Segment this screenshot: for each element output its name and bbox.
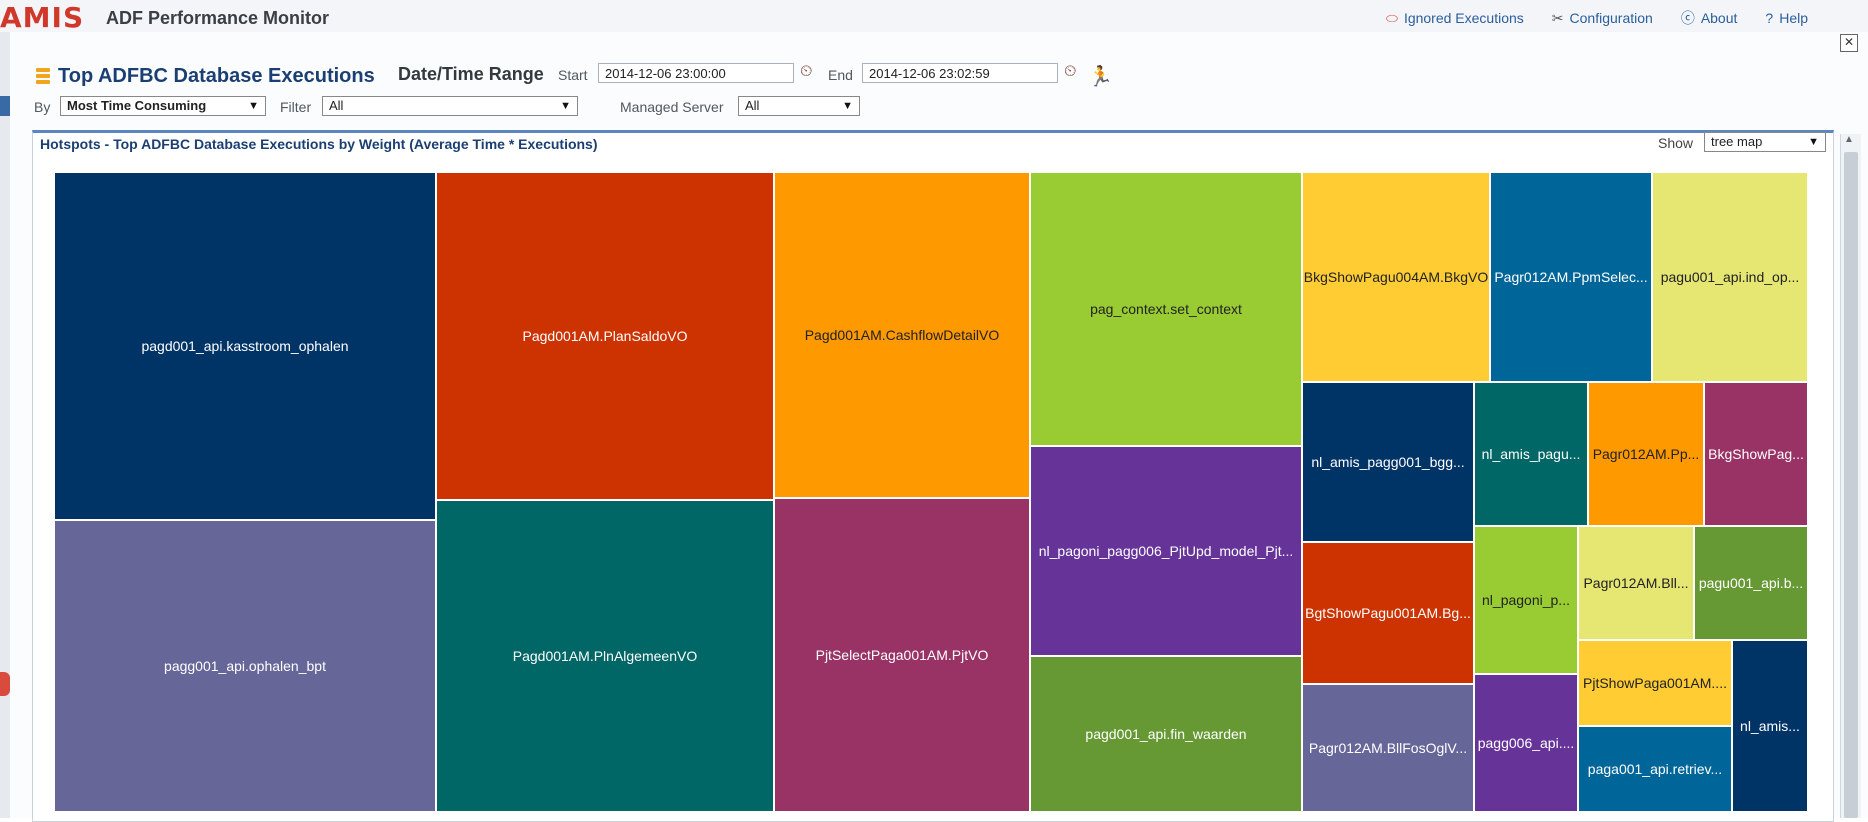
treemap-cell[interactable]: nl_amis_pagg001_bgg... xyxy=(1302,382,1474,542)
treemap-cell[interactable]: nl_amis... xyxy=(1732,640,1808,812)
chevron-down-icon: ▼ xyxy=(1808,136,1819,148)
treemap-cell[interactable]: nl_amis_pagu... xyxy=(1474,382,1588,526)
database-icon xyxy=(36,68,50,84)
page-title: Top ADFBC Database Executions xyxy=(58,64,375,87)
scroll-up-icon[interactable]: ▲ xyxy=(1844,134,1854,145)
info-icon: ⓒ xyxy=(1680,10,1695,26)
top-bar: AMIS ADF Performance Monitor ⬭ Ignored E… xyxy=(0,0,1868,33)
filter-select[interactable]: All ▼ xyxy=(322,96,578,116)
about-label: About xyxy=(1700,10,1738,26)
end-datetime-input[interactable]: 2014-12-06 23:02:59 xyxy=(862,63,1058,83)
treemap-cell[interactable]: PjtShowPaga001AM.... xyxy=(1578,640,1732,726)
top-links: ⬭ Ignored Executions ✂ Configuration ⓒ A… xyxy=(1386,10,1808,26)
treemap-cell[interactable]: pagd001_api.kasstroom_ophalen xyxy=(54,172,436,520)
show-select[interactable]: tree map ▼ xyxy=(1704,132,1826,152)
ignored-executions-label: Ignored Executions xyxy=(1403,10,1524,26)
left-tab-alert[interactable] xyxy=(0,672,10,696)
chevron-down-icon: ▼ xyxy=(560,100,571,112)
treemap-cell[interactable]: PjtSelectPaga001AM.PjtVO xyxy=(774,498,1030,812)
show-select-value: tree map xyxy=(1711,134,1763,149)
treemap-cell[interactable]: pagu001_api.ind_op... xyxy=(1652,172,1808,382)
help-label: Help xyxy=(1779,10,1808,26)
left-strip xyxy=(0,32,10,818)
by-select-value: Most Time Consuming xyxy=(67,98,207,113)
chevron-down-icon: ▼ xyxy=(842,100,853,112)
help-link[interactable]: ? Help xyxy=(1765,10,1808,26)
managed-server-select[interactable]: All ▼ xyxy=(738,96,860,116)
vertical-scrollbar[interactable]: ▲ xyxy=(1840,134,1861,818)
treemap-cell[interactable]: Pagr012AM.PpmSelec... xyxy=(1490,172,1652,382)
configuration-link[interactable]: ✂ Configuration xyxy=(1552,10,1653,26)
end-calendar-icon[interactable]: ⏲ xyxy=(1064,63,1084,83)
ignored-executions-link[interactable]: ⬭ Ignored Executions xyxy=(1386,10,1524,26)
end-label: End xyxy=(828,67,853,83)
treemap-cell[interactable]: pagg006_api.... xyxy=(1474,674,1578,812)
by-label: By xyxy=(34,99,51,115)
treemap-cell[interactable]: nl_pagoni_p... xyxy=(1474,526,1578,674)
configuration-label: Configuration xyxy=(1569,10,1653,26)
treemap-cell[interactable]: pagd001_api.fin_waarden xyxy=(1030,656,1302,812)
treemap-cell[interactable]: Pagd001AM.PlanSaldoVO xyxy=(436,172,774,500)
panel-title-bar: Top ADFBC Database Executions xyxy=(36,64,375,88)
ignored-icon: ⬭ xyxy=(1385,10,1398,26)
treemap-cell[interactable]: Pagr012AM.BllFosOglV... xyxy=(1302,684,1474,812)
run-refresh-icon[interactable]: 🏃 xyxy=(1088,64,1113,89)
chevron-down-icon: ▼ xyxy=(248,100,259,112)
treemap-cell[interactable]: pagu001_api.b... xyxy=(1694,526,1808,640)
close-icon[interactable]: ✕ xyxy=(1840,34,1858,52)
start-calendar-icon[interactable]: ⏲ xyxy=(800,63,820,83)
managed-server-value: All xyxy=(745,98,760,113)
treemap-cell[interactable]: Pagr012AM.Bll... xyxy=(1578,526,1694,640)
treemap-cell[interactable]: Pagr012AM.Pp... xyxy=(1588,382,1704,526)
filter-label: Filter xyxy=(280,99,312,115)
by-select[interactable]: Most Time Consuming ▼ xyxy=(60,96,266,116)
treemap-cell[interactable]: BkgShowPagu004AM.BkgVO xyxy=(1302,172,1490,382)
wrench-icon: ✂ xyxy=(1551,10,1564,26)
amis-logo: AMIS xyxy=(0,1,85,34)
treemap-cell[interactable]: paga001_api.retriev... xyxy=(1578,726,1732,812)
treemap-cell[interactable]: BgtShowPagu001AM.Bg... xyxy=(1302,542,1474,684)
scroll-thumb[interactable] xyxy=(1844,152,1858,818)
treemap-cell[interactable]: Pagd001AM.CashflowDetailVO xyxy=(774,172,1030,498)
start-label: Start xyxy=(558,67,588,83)
app-title: ADF Performance Monitor xyxy=(106,8,330,28)
help-icon: ? xyxy=(1765,10,1774,26)
treemap-cell[interactable]: nl_pagoni_pagg006_PjtUpd_model_Pjt... xyxy=(1030,446,1302,656)
treemap-cell[interactable]: BkgShowPag... xyxy=(1704,382,1808,526)
filter-select-value: All xyxy=(329,98,344,113)
date-range-label: Date/Time Range xyxy=(398,64,544,84)
show-label: Show xyxy=(1658,135,1694,151)
managed-server-label: Managed Server xyxy=(620,99,724,115)
treemap: pagd001_api.kasstroom_ophalen pagg001_api… xyxy=(54,172,1808,812)
treemap-cell[interactable]: Pagd001AM.PlnAlgemeenVO xyxy=(436,500,774,812)
treemap-cell[interactable]: pagg001_api.ophalen_bpt xyxy=(54,520,436,812)
left-tab-active[interactable] xyxy=(0,96,10,116)
chart-title: Hotspots - Top ADFBC Database Executions… xyxy=(40,136,598,152)
start-datetime-input[interactable]: 2014-12-06 23:00:00 xyxy=(598,63,794,83)
treemap-cell[interactable]: pag_context.set_context xyxy=(1030,172,1302,446)
about-link[interactable]: ⓒ About xyxy=(1681,10,1738,26)
